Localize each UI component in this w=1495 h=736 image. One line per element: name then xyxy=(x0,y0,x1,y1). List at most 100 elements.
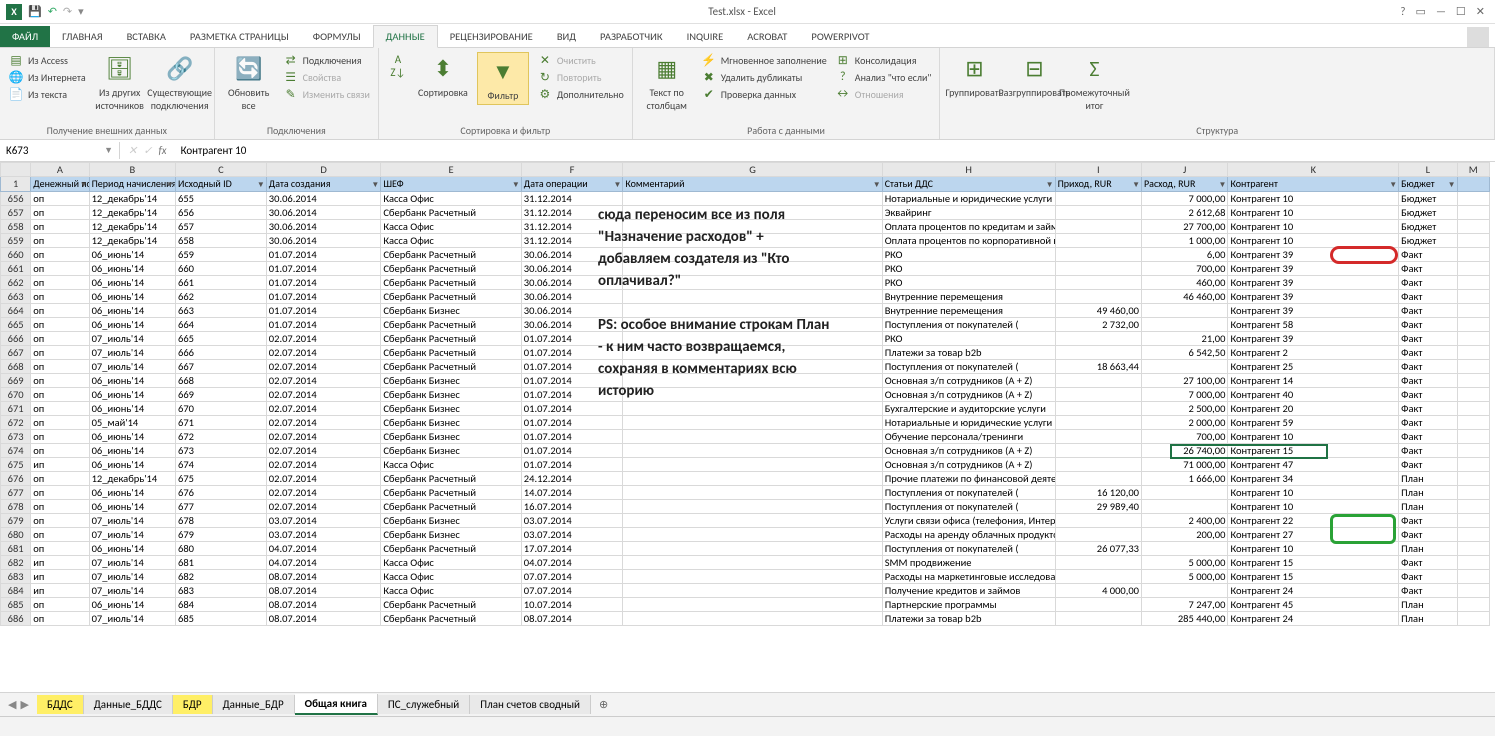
formula-bar[interactable]: Контрагент 10 xyxy=(175,142,1495,159)
cell[interactable]: 07_июль'14 xyxy=(89,346,175,360)
account-icon[interactable] xyxy=(1467,27,1489,47)
filter-header-cell[interactable]: Статьи ДДС▼ xyxy=(882,177,1055,192)
cell[interactable]: 663 xyxy=(176,304,267,318)
cell[interactable]: 661 xyxy=(176,276,267,290)
cell[interactable]: Сбербанк Расчетный xyxy=(381,206,521,220)
cell[interactable]: 14.07.2014 xyxy=(521,486,623,500)
row-header[interactable]: 671 xyxy=(1,402,31,416)
cell[interactable]: 21,00 xyxy=(1142,332,1228,346)
cell[interactable]: Сбербанк Расчетный xyxy=(381,248,521,262)
cell[interactable] xyxy=(623,570,882,584)
column-header[interactable]: F xyxy=(521,163,623,177)
relationships-button[interactable]: ↔Отношения xyxy=(835,86,932,102)
row-header[interactable]: 677 xyxy=(1,486,31,500)
cell[interactable]: Сбербанк Бизнес xyxy=(381,444,521,458)
cell[interactable]: оп xyxy=(31,472,89,486)
cell[interactable]: Касса Офис xyxy=(381,584,521,598)
cell[interactable]: Факт xyxy=(1399,318,1457,332)
cell[interactable]: 02.07.2014 xyxy=(266,500,381,514)
cell[interactable] xyxy=(1055,220,1141,234)
cell[interactable] xyxy=(1055,430,1141,444)
cell[interactable]: 700,00 xyxy=(1142,430,1228,444)
table-row[interactable]: 669 оп 06_июнь'14 668 02.07.2014 Сбербан… xyxy=(1,374,1490,388)
cell[interactable] xyxy=(1055,570,1141,584)
cell[interactable]: Касса Офис xyxy=(381,458,521,472)
cell[interactable]: 07_июль'14 xyxy=(89,514,175,528)
filter-header-cell[interactable]: Комментарий▼ xyxy=(623,177,882,192)
cell[interactable] xyxy=(1055,528,1141,542)
column-header[interactable]: D xyxy=(266,163,381,177)
cell[interactable]: 02.07.2014 xyxy=(266,374,381,388)
cell[interactable] xyxy=(1055,472,1141,486)
cell[interactable]: 07_июль'14 xyxy=(89,584,175,598)
spreadsheet-grid[interactable]: ABCDEFGHIJKLM1Денежный поток▼Период начи… xyxy=(0,162,1495,692)
table-row[interactable]: 658 оп 12_декабрь'14 657 30.06.2014 Касс… xyxy=(1,220,1490,234)
cell[interactable]: 673 xyxy=(176,444,267,458)
cell[interactable]: оп xyxy=(31,612,89,626)
cell[interactable] xyxy=(1457,584,1490,598)
cell[interactable]: 06_июнь'14 xyxy=(89,388,175,402)
cell[interactable] xyxy=(1055,458,1141,472)
table-row[interactable]: 657 оп 12_декабрь'14 656 30.06.2014 Сбер… xyxy=(1,206,1490,220)
filter-dropdown-icon[interactable]: ▼ xyxy=(873,180,881,190)
cell[interactable] xyxy=(1055,402,1141,416)
cell[interactable]: оп xyxy=(31,192,89,206)
cell[interactable]: оп xyxy=(31,388,89,402)
cell[interactable]: 655 xyxy=(176,192,267,206)
clear-filter-button[interactable]: ✕Очистить xyxy=(537,52,624,68)
cell[interactable] xyxy=(1457,206,1490,220)
consolidate-button[interactable]: ⊞Консолидация xyxy=(835,52,932,68)
cell[interactable]: 01.07.2014 xyxy=(521,402,623,416)
cell[interactable]: 06_июнь'14 xyxy=(89,486,175,500)
table-row[interactable]: 684 ип 07_июль'14 683 08.07.2014 Касса О… xyxy=(1,584,1490,598)
table-row[interactable]: 676 оп 12_декабрь'14 675 02.07.2014 Сбер… xyxy=(1,472,1490,486)
select-all-corner[interactable] xyxy=(1,163,31,177)
row-header[interactable]: 666 xyxy=(1,332,31,346)
enter-icon[interactable]: ✓ xyxy=(143,144,152,157)
cell[interactable]: План xyxy=(1399,598,1457,612)
filter-dropdown-icon[interactable]: ▼ xyxy=(1046,180,1054,190)
cell[interactable]: 06_июнь'14 xyxy=(89,262,175,276)
table-row[interactable]: 664 оп 06_июнь'14 663 01.07.2014 Сбербан… xyxy=(1,304,1490,318)
cell[interactable]: Контрагент 58 xyxy=(1228,318,1399,332)
row-header[interactable]: 662 xyxy=(1,276,31,290)
cell[interactable]: 46 460,00 xyxy=(1142,290,1228,304)
cell[interactable]: 01.07.2014 xyxy=(521,458,623,472)
cell[interactable]: Сбербанк Расчетный xyxy=(381,360,521,374)
cell[interactable]: 08.07.2014 xyxy=(266,612,381,626)
cell[interactable]: 01.07.2014 xyxy=(266,318,381,332)
cell[interactable]: оп xyxy=(31,206,89,220)
table-row[interactable]: 679 оп 07_июль'14 678 03.07.2014 Сбербан… xyxy=(1,514,1490,528)
cell[interactable]: Касса Офис xyxy=(381,570,521,584)
cell[interactable]: 31.12.2014 xyxy=(521,220,623,234)
filter-dropdown-icon[interactable]: ▼ xyxy=(1448,180,1456,190)
chevron-down-icon[interactable]: ▼ xyxy=(104,145,113,156)
cell[interactable]: 06_июнь'14 xyxy=(89,500,175,514)
cell[interactable]: Сбербанк Бизнес xyxy=(381,514,521,528)
table-row[interactable]: 661 оп 06_июнь'14 660 01.07.2014 Сбербан… xyxy=(1,262,1490,276)
cell[interactable]: 6,00 xyxy=(1142,248,1228,262)
tab-formulas[interactable]: ФОРМУЛЫ xyxy=(301,26,373,47)
cell[interactable]: 30.06.2014 xyxy=(266,220,381,234)
cell[interactable] xyxy=(1055,262,1141,276)
remove-duplicates-button[interactable]: ✖Удалить дубликаты xyxy=(701,69,827,85)
cell[interactable]: Сбербанк Бизнес xyxy=(381,416,521,430)
cell[interactable]: Сбербанк Бизнес xyxy=(381,528,521,542)
cell[interactable]: 24.12.2014 xyxy=(521,472,623,486)
from-text-button[interactable]: 📄Из текста xyxy=(8,86,86,102)
cell[interactable]: Поступления от покупателей ( xyxy=(882,500,1055,514)
table-row[interactable]: 662 оп 06_июнь'14 661 01.07.2014 Сбербан… xyxy=(1,276,1490,290)
cell[interactable]: Сбербанк Бизнес xyxy=(381,374,521,388)
cell[interactable]: 07.07.2014 xyxy=(521,570,623,584)
cell[interactable] xyxy=(1457,570,1490,584)
cell[interactable] xyxy=(1055,276,1141,290)
cell[interactable]: 460,00 xyxy=(1142,276,1228,290)
row-header[interactable]: 667 xyxy=(1,346,31,360)
cell[interactable] xyxy=(1457,556,1490,570)
cell[interactable]: Бюджет xyxy=(1399,192,1457,206)
cell[interactable]: 30.06.2014 xyxy=(521,262,623,276)
cell[interactable]: Контрагент 15 xyxy=(1228,444,1399,458)
subtotal-button[interactable]: ΣПромежуточный итог xyxy=(1068,52,1120,112)
cell[interactable]: 2 400,00 xyxy=(1142,514,1228,528)
cell[interactable]: 07.07.2014 xyxy=(521,584,623,598)
